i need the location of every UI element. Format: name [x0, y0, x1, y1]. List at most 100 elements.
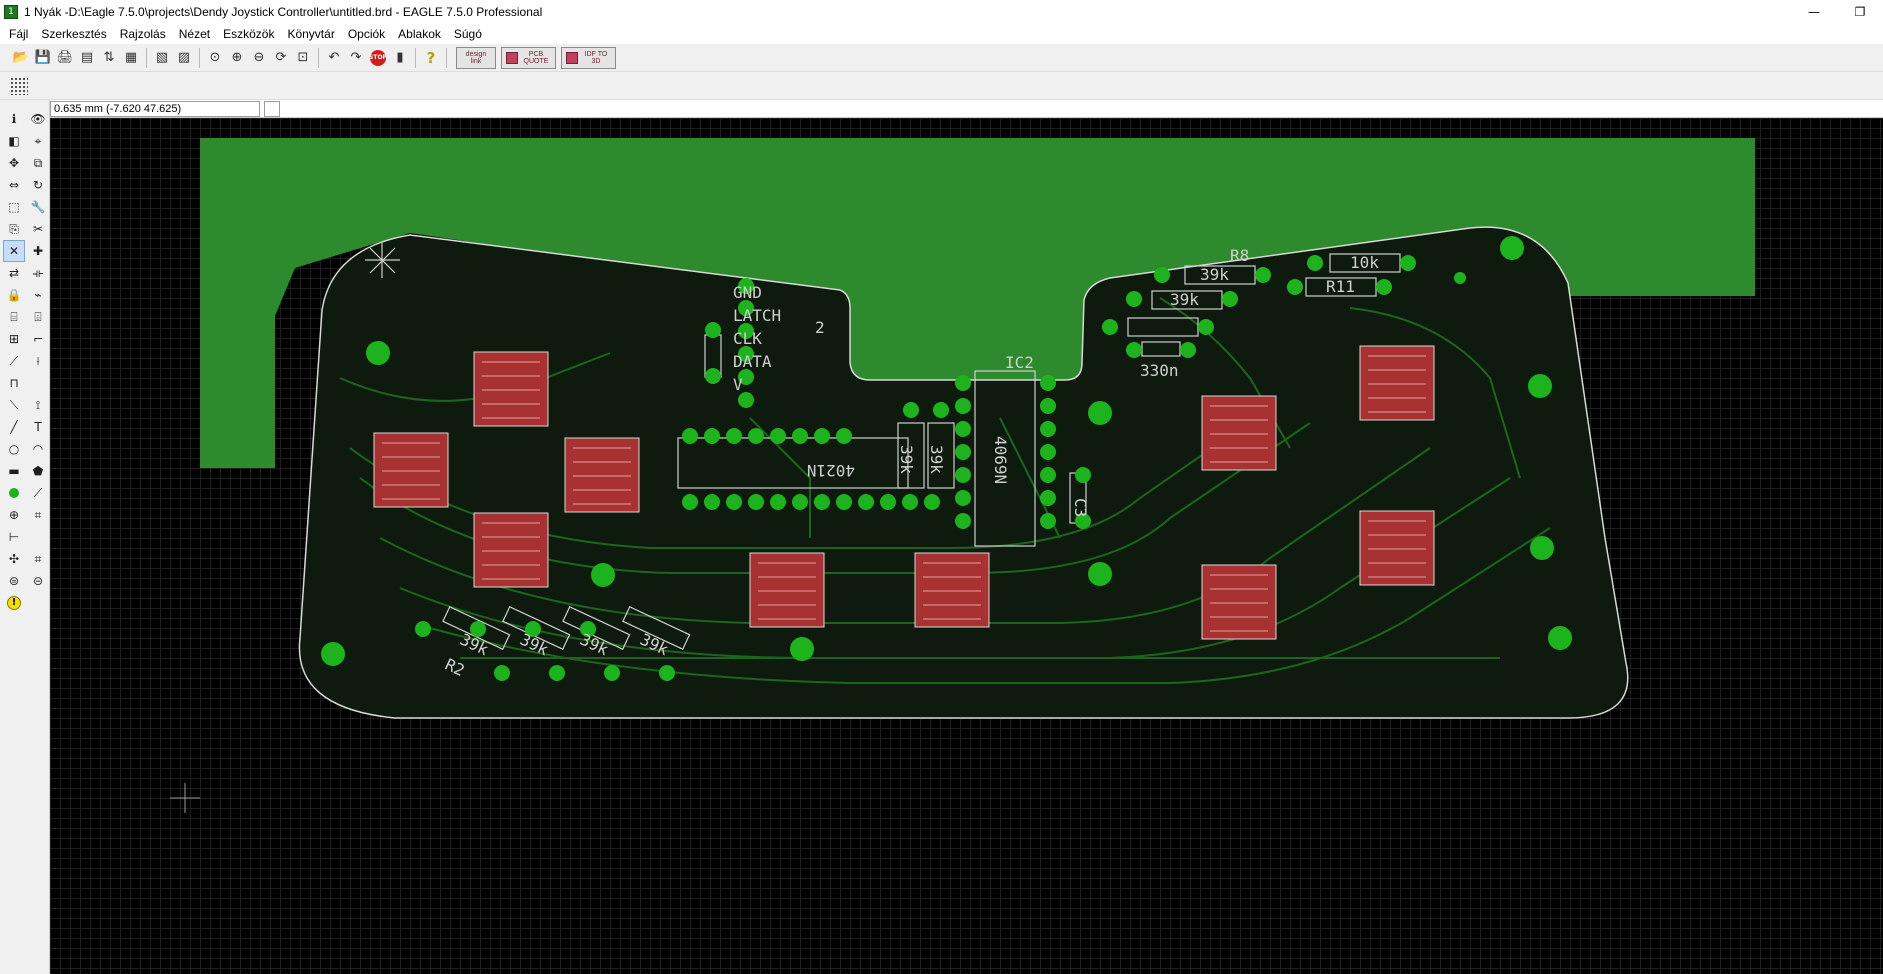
info-icon[interactable]: ℹ	[3, 108, 25, 130]
command-input[interactable]	[280, 100, 1883, 117]
label-r-a: 39k	[897, 445, 916, 474]
show-icon[interactable]: 👁	[27, 108, 49, 130]
undo-icon[interactable]: ↶	[323, 47, 345, 69]
switch-to-schematic-icon[interactable]: ⇅	[98, 47, 120, 69]
coordinate-display: 0.635 mm (-7.620 47.625)	[50, 100, 260, 117]
parameter-toolbar	[0, 72, 1883, 100]
idf-to-3d-button[interactable]: IDF TO 3D	[561, 46, 616, 69]
via-icon	[9, 488, 19, 498]
pcb-quote-icon	[506, 51, 518, 64]
script-icon[interactable]: ▧	[151, 47, 173, 69]
menu-view[interactable]: Nézet	[174, 27, 218, 41]
rect-icon[interactable]: ▬	[3, 460, 25, 482]
meander-icon[interactable]: ⊓	[3, 372, 25, 394]
zoom-in-icon[interactable]: ⊕	[226, 47, 248, 69]
drc-icon[interactable]: ⊜	[3, 570, 25, 592]
change-icon[interactable]: 🔧	[27, 196, 49, 218]
optimize-icon[interactable]: ⌁	[27, 284, 49, 306]
restore-button[interactable]: ❐	[1837, 0, 1883, 24]
mirror-icon[interactable]: ⇔	[3, 174, 25, 196]
cam-processor-icon[interactable]: ▤	[76, 47, 98, 69]
split-icon[interactable]: ⟛	[27, 262, 49, 284]
go-icon[interactable]: ▮	[389, 47, 411, 69]
via-button[interactable]	[3, 482, 25, 504]
layers-icon[interactable]: ◧	[3, 130, 25, 152]
label-ic2: IC2	[1005, 353, 1034, 372]
circle-icon[interactable]: ○	[3, 438, 25, 460]
menu-draw[interactable]: Rajzolás	[115, 27, 174, 41]
menu-library[interactable]: Könyvtár	[282, 27, 342, 41]
blank-slot	[27, 526, 49, 548]
pad-c	[1201, 564, 1277, 640]
label-gnd: GND	[733, 283, 762, 302]
name-icon[interactable]: ⌸	[3, 306, 25, 328]
menu-file[interactable]: Fájl	[4, 27, 36, 41]
slice-icon[interactable]: ⟊	[27, 350, 49, 372]
library-icon[interactable]: ▦	[120, 47, 142, 69]
route-diff-icon[interactable]: ⟍	[3, 394, 25, 416]
menu-edit[interactable]: Szerkesztés	[36, 27, 114, 41]
hole-icon[interactable]: ⊕	[3, 504, 25, 526]
redo-icon[interactable]: ↷	[345, 47, 367, 69]
pad-start-a	[749, 552, 825, 628]
ulp-icon[interactable]: ▨	[173, 47, 195, 69]
board-canvas[interactable]: GND LATCH CLK DATA V 2 IC2 4069N 4021N C…	[50, 118, 1883, 974]
toolbar-separator	[146, 47, 147, 68]
mark-icon[interactable]: ⌖	[27, 130, 49, 152]
minimize-button[interactable]: —	[1791, 0, 1837, 24]
copy-icon[interactable]: ⧉	[27, 152, 49, 174]
value-icon[interactable]: ⌹	[27, 306, 49, 328]
route-icon[interactable]: ⟋	[3, 350, 25, 372]
signal-icon[interactable]: ⟋	[27, 482, 49, 504]
add-icon[interactable]: ✚	[27, 240, 49, 262]
grid-icon[interactable]	[10, 76, 28, 95]
label-latch: LATCH	[733, 306, 781, 325]
open-icon[interactable]: 📂	[10, 47, 32, 69]
window-controls: — ❐	[1791, 0, 1883, 24]
attention-button[interactable]: !	[3, 592, 25, 614]
menu-help[interactable]: Súgó	[449, 27, 490, 41]
miter-icon[interactable]: ⌐	[27, 328, 49, 350]
zoom-fit-icon[interactable]: ⊙	[204, 47, 226, 69]
delete-icon[interactable]: ✂	[27, 218, 49, 240]
attribute-icon[interactable]: ⌗	[27, 504, 49, 526]
dimension-icon[interactable]: ⊢	[3, 526, 25, 548]
command-row: 0.635 mm (-7.620 47.625)	[50, 100, 1883, 118]
zoom-out-icon[interactable]: ⊖	[248, 47, 270, 69]
text-icon[interactable]: T	[27, 416, 49, 438]
errors-icon[interactable]: ⊝	[27, 570, 49, 592]
paste-icon[interactable]: ⎘	[3, 218, 25, 240]
replace-icon[interactable]: ⇄	[3, 262, 25, 284]
design-link-button[interactable]: design link	[456, 46, 496, 69]
label-data: DATA	[733, 352, 772, 371]
lock-icon[interactable]: 🔒	[3, 284, 25, 306]
redraw-icon[interactable]: ⟳	[270, 47, 292, 69]
move-icon[interactable]: ✥	[3, 152, 25, 174]
ratsnest-icon[interactable]: ✣	[3, 548, 25, 570]
menu-tools[interactable]: Eszközök	[218, 27, 282, 41]
rotate-icon[interactable]: ↻	[27, 174, 49, 196]
polygon-icon[interactable]: ⬟	[27, 460, 49, 482]
pad-right	[564, 437, 640, 513]
stop-button[interactable]: STOP	[367, 47, 389, 69]
wire-icon[interactable]: ╱	[3, 416, 25, 438]
auto-icon[interactable]: ⌗	[27, 548, 49, 570]
smash-icon[interactable]: ⊞	[3, 328, 25, 350]
label-num2: 2	[815, 318, 825, 337]
fiducial-mark	[365, 243, 400, 278]
pcb-quote-button[interactable]: PCB QUOTE	[501, 46, 556, 69]
arc-icon[interactable]: ◠	[27, 438, 49, 460]
help-icon[interactable]: ?	[420, 47, 442, 69]
origin-crosshair	[170, 783, 200, 813]
command-history-button[interactable]	[264, 100, 280, 117]
menu-windows[interactable]: Ablakok	[393, 27, 449, 41]
group-icon[interactable]: ⬚	[3, 196, 25, 218]
save-icon[interactable]: 💾	[32, 47, 54, 69]
ripup-icon[interactable]: ✕	[3, 240, 25, 262]
label-r8: R8	[1230, 246, 1249, 265]
menu-options[interactable]: Opciók	[343, 27, 393, 41]
autoroute-icon[interactable]: ⟟	[27, 394, 49, 416]
print-icon[interactable]: 🖨	[54, 47, 76, 69]
zoom-select-icon[interactable]: ⊡	[292, 47, 314, 69]
pad-down	[473, 512, 549, 588]
